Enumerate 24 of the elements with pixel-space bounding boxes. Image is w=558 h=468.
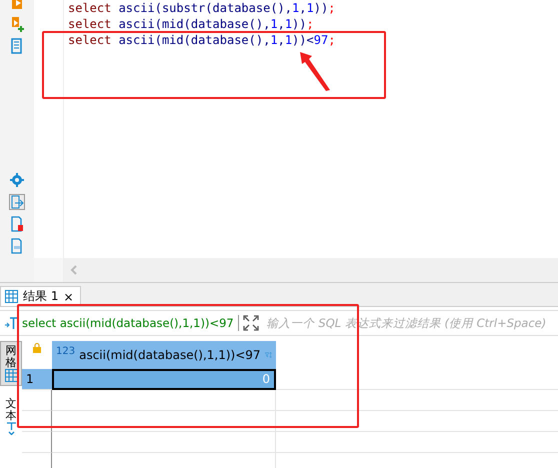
code-line: select ascii(mid(database(),1,1))<97; [68,32,336,48]
grid-icon [4,369,18,382]
run-script-add-icon[interactable] [9,16,25,32]
empty-cell [22,390,52,411]
row-number[interactable]: 1 [22,369,52,390]
query-text: select ascii(mid(database(),1,1))<97 [22,316,234,330]
side-tab[interactable]: 文本 [0,394,22,440]
export-icon[interactable] [9,194,25,210]
maximize-icon[interactable] [242,315,259,331]
lock-icon [33,343,41,353]
annotation-arrow [298,50,332,92]
grid-icon [5,290,18,303]
empty-cell [22,411,52,432]
text-filter-icon [4,316,18,330]
empty-cell [22,432,52,453]
document-icon[interactable] [9,38,25,54]
close-icon[interactable]: × [63,290,74,304]
file-error-icon[interactable] [9,216,25,232]
side-tab[interactable]: 网格 [0,341,22,386]
result-tab[interactable]: 结果 1 × [0,286,81,306]
column-header[interactable]: 123 ascii(mid(database(),1,1))<97 [52,341,276,369]
code-line: select ascii(mid(database(),1,1)); [68,16,315,32]
text-icon [4,422,18,436]
code-line: select ascii(substr(database(),1,1)); [68,0,336,16]
